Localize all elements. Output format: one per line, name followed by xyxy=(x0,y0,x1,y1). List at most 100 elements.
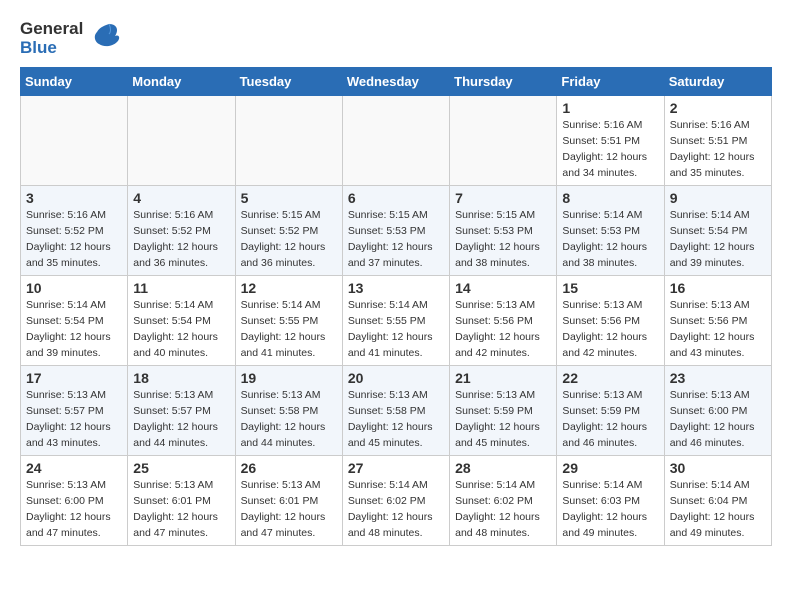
page-header: General Blue xyxy=(20,20,772,57)
day-info: Sunrise: 5:14 AM Sunset: 6:02 PM Dayligh… xyxy=(348,478,444,541)
calendar-day-cell: 29 Sunrise: 5:14 AM Sunset: 6:03 PM Dayli… xyxy=(557,456,664,546)
weekday-header-cell: Monday xyxy=(128,68,235,96)
day-number: 26 xyxy=(241,460,337,476)
day-number: 30 xyxy=(670,460,766,476)
day-number: 24 xyxy=(26,460,122,476)
day-info: Sunrise: 5:14 AM Sunset: 5:55 PM Dayligh… xyxy=(348,298,444,361)
calendar-day-cell xyxy=(128,96,235,186)
weekday-header-cell: Tuesday xyxy=(235,68,342,96)
calendar-day-cell: 18 Sunrise: 5:13 AM Sunset: 5:57 PM Dayli… xyxy=(128,366,235,456)
calendar-week-row: 1 Sunrise: 5:16 AM Sunset: 5:51 PM Daylig… xyxy=(21,96,772,186)
day-info: Sunrise: 5:13 AM Sunset: 5:58 PM Dayligh… xyxy=(348,388,444,451)
calendar-day-cell: 22 Sunrise: 5:13 AM Sunset: 5:59 PM Dayli… xyxy=(557,366,664,456)
calendar-day-cell: 19 Sunrise: 5:13 AM Sunset: 5:58 PM Dayli… xyxy=(235,366,342,456)
day-info: Sunrise: 5:13 AM Sunset: 5:59 PM Dayligh… xyxy=(562,388,658,451)
day-number: 1 xyxy=(562,100,658,116)
day-info: Sunrise: 5:13 AM Sunset: 5:56 PM Dayligh… xyxy=(455,298,551,361)
day-number: 25 xyxy=(133,460,229,476)
day-number: 19 xyxy=(241,370,337,386)
calendar-table: SundayMondayTuesdayWednesdayThursdayFrid… xyxy=(20,67,772,546)
day-info: Sunrise: 5:13 AM Sunset: 6:01 PM Dayligh… xyxy=(133,478,229,541)
logo-general: General xyxy=(20,20,83,39)
day-number: 8 xyxy=(562,190,658,206)
calendar-day-cell: 11 Sunrise: 5:14 AM Sunset: 5:54 PM Dayli… xyxy=(128,276,235,366)
weekday-header-cell: Sunday xyxy=(21,68,128,96)
calendar-day-cell: 2 Sunrise: 5:16 AM Sunset: 5:51 PM Daylig… xyxy=(664,96,771,186)
day-info: Sunrise: 5:13 AM Sunset: 5:59 PM Dayligh… xyxy=(455,388,551,451)
day-number: 12 xyxy=(241,280,337,296)
calendar-day-cell xyxy=(21,96,128,186)
calendar-day-cell: 28 Sunrise: 5:14 AM Sunset: 6:02 PM Dayli… xyxy=(450,456,557,546)
day-info: Sunrise: 5:15 AM Sunset: 5:53 PM Dayligh… xyxy=(455,208,551,271)
day-info: Sunrise: 5:15 AM Sunset: 5:53 PM Dayligh… xyxy=(348,208,444,271)
calendar-day-cell: 13 Sunrise: 5:14 AM Sunset: 5:55 PM Dayli… xyxy=(342,276,449,366)
day-info: Sunrise: 5:14 AM Sunset: 6:02 PM Dayligh… xyxy=(455,478,551,541)
calendar-week-row: 24 Sunrise: 5:13 AM Sunset: 6:00 PM Dayli… xyxy=(21,456,772,546)
calendar-day-cell: 7 Sunrise: 5:15 AM Sunset: 5:53 PM Daylig… xyxy=(450,186,557,276)
day-info: Sunrise: 5:14 AM Sunset: 5:53 PM Dayligh… xyxy=(562,208,658,271)
day-number: 6 xyxy=(348,190,444,206)
weekday-header-row: SundayMondayTuesdayWednesdayThursdayFrid… xyxy=(21,68,772,96)
calendar-day-cell: 20 Sunrise: 5:13 AM Sunset: 5:58 PM Dayli… xyxy=(342,366,449,456)
day-info: Sunrise: 5:14 AM Sunset: 6:04 PM Dayligh… xyxy=(670,478,766,541)
calendar-day-cell: 4 Sunrise: 5:16 AM Sunset: 5:52 PM Daylig… xyxy=(128,186,235,276)
day-info: Sunrise: 5:13 AM Sunset: 5:58 PM Dayligh… xyxy=(241,388,337,451)
day-number: 2 xyxy=(670,100,766,116)
day-number: 7 xyxy=(455,190,551,206)
calendar-week-row: 3 Sunrise: 5:16 AM Sunset: 5:52 PM Daylig… xyxy=(21,186,772,276)
calendar-day-cell: 9Sunrise: 5:14 AM Sunset: 5:54 PM Daylig… xyxy=(664,186,771,276)
day-info: Sunrise: 5:13 AM Sunset: 6:00 PM Dayligh… xyxy=(670,388,766,451)
calendar-day-cell: 3 Sunrise: 5:16 AM Sunset: 5:52 PM Daylig… xyxy=(21,186,128,276)
day-number: 20 xyxy=(348,370,444,386)
day-info: Sunrise: 5:13 AM Sunset: 6:01 PM Dayligh… xyxy=(241,478,337,541)
calendar-day-cell: 16Sunrise: 5:13 AM Sunset: 5:56 PM Dayli… xyxy=(664,276,771,366)
calendar-day-cell: 27 Sunrise: 5:14 AM Sunset: 6:02 PM Dayli… xyxy=(342,456,449,546)
calendar-week-row: 10 Sunrise: 5:14 AM Sunset: 5:54 PM Dayli… xyxy=(21,276,772,366)
day-info: Sunrise: 5:16 AM Sunset: 5:52 PM Dayligh… xyxy=(133,208,229,271)
day-info: Sunrise: 5:13 AM Sunset: 5:57 PM Dayligh… xyxy=(26,388,122,451)
day-number: 16 xyxy=(670,280,766,296)
calendar-day-cell: 6 Sunrise: 5:15 AM Sunset: 5:53 PM Daylig… xyxy=(342,186,449,276)
calendar-day-cell: 15Sunrise: 5:13 AM Sunset: 5:56 PM Dayli… xyxy=(557,276,664,366)
day-number: 27 xyxy=(348,460,444,476)
day-number: 9 xyxy=(670,190,766,206)
day-number: 18 xyxy=(133,370,229,386)
calendar-day-cell: 23 Sunrise: 5:13 AM Sunset: 6:00 PM Dayli… xyxy=(664,366,771,456)
weekday-header-cell: Thursday xyxy=(450,68,557,96)
day-info: Sunrise: 5:14 AM Sunset: 5:54 PM Dayligh… xyxy=(133,298,229,361)
calendar-week-row: 17Sunrise: 5:13 AM Sunset: 5:57 PM Dayli… xyxy=(21,366,772,456)
day-info: Sunrise: 5:13 AM Sunset: 5:57 PM Dayligh… xyxy=(133,388,229,451)
day-number: 13 xyxy=(348,280,444,296)
day-info: Sunrise: 5:16 AM Sunset: 5:52 PM Dayligh… xyxy=(26,208,122,271)
calendar-day-cell: 5Sunrise: 5:15 AM Sunset: 5:52 PM Daylig… xyxy=(235,186,342,276)
calendar-day-cell xyxy=(235,96,342,186)
calendar-day-cell: 24 Sunrise: 5:13 AM Sunset: 6:00 PM Dayli… xyxy=(21,456,128,546)
calendar-day-cell xyxy=(342,96,449,186)
logo-bird-icon xyxy=(89,20,121,57)
calendar-day-cell: 8 Sunrise: 5:14 AM Sunset: 5:53 PM Daylig… xyxy=(557,186,664,276)
day-info: Sunrise: 5:13 AM Sunset: 6:00 PM Dayligh… xyxy=(26,478,122,541)
calendar-day-cell: 1 Sunrise: 5:16 AM Sunset: 5:51 PM Daylig… xyxy=(557,96,664,186)
calendar-day-cell: 14 Sunrise: 5:13 AM Sunset: 5:56 PM Dayli… xyxy=(450,276,557,366)
day-number: 29 xyxy=(562,460,658,476)
calendar-day-cell: 17Sunrise: 5:13 AM Sunset: 5:57 PM Dayli… xyxy=(21,366,128,456)
day-number: 14 xyxy=(455,280,551,296)
day-info: Sunrise: 5:16 AM Sunset: 5:51 PM Dayligh… xyxy=(562,118,658,181)
weekday-header-cell: Friday xyxy=(557,68,664,96)
weekday-header-cell: Saturday xyxy=(664,68,771,96)
day-number: 22 xyxy=(562,370,658,386)
day-number: 28 xyxy=(455,460,551,476)
calendar-body: 1 Sunrise: 5:16 AM Sunset: 5:51 PM Daylig… xyxy=(21,96,772,546)
day-number: 4 xyxy=(133,190,229,206)
day-number: 10 xyxy=(26,280,122,296)
logo-blue: Blue xyxy=(20,39,83,58)
day-info: Sunrise: 5:13 AM Sunset: 5:56 PM Dayligh… xyxy=(562,298,658,361)
day-info: Sunrise: 5:16 AM Sunset: 5:51 PM Dayligh… xyxy=(670,118,766,181)
day-number: 3 xyxy=(26,190,122,206)
day-number: 11 xyxy=(133,280,229,296)
calendar-day-cell: 30 Sunrise: 5:14 AM Sunset: 6:04 PM Dayli… xyxy=(664,456,771,546)
day-number: 23 xyxy=(670,370,766,386)
day-info: Sunrise: 5:14 AM Sunset: 5:55 PM Dayligh… xyxy=(241,298,337,361)
day-info: Sunrise: 5:14 AM Sunset: 6:03 PM Dayligh… xyxy=(562,478,658,541)
calendar-day-cell: 26 Sunrise: 5:13 AM Sunset: 6:01 PM Dayli… xyxy=(235,456,342,546)
